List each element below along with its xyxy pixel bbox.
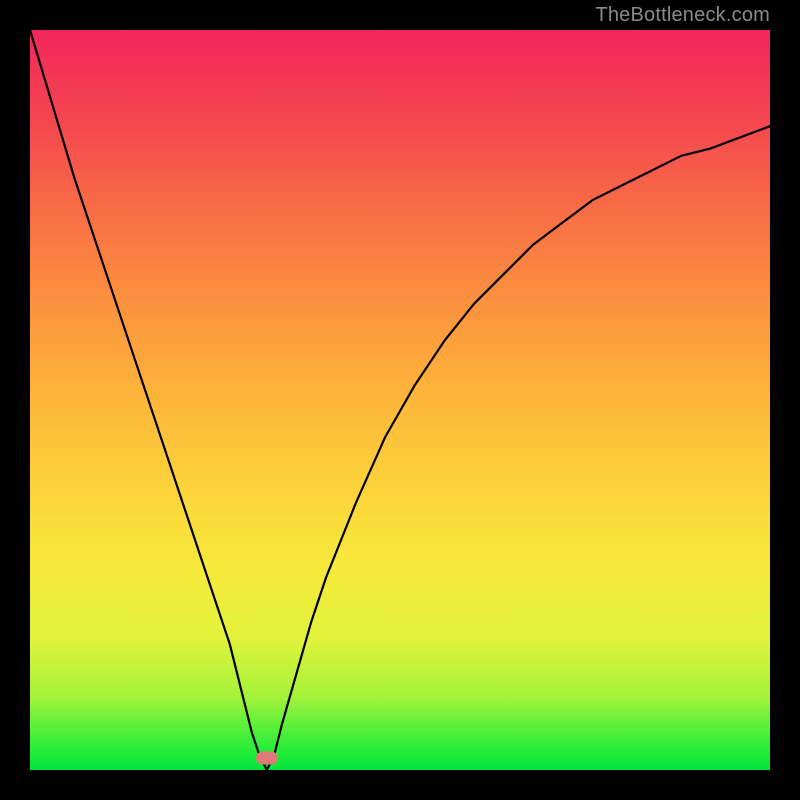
bottleneck-curve: [30, 30, 770, 770]
chart-container: TheBottleneck.com: [0, 0, 800, 800]
watermark: TheBottleneck.com: [595, 4, 770, 27]
optimal-point-marker: [256, 752, 278, 765]
plot-area: [30, 30, 770, 770]
